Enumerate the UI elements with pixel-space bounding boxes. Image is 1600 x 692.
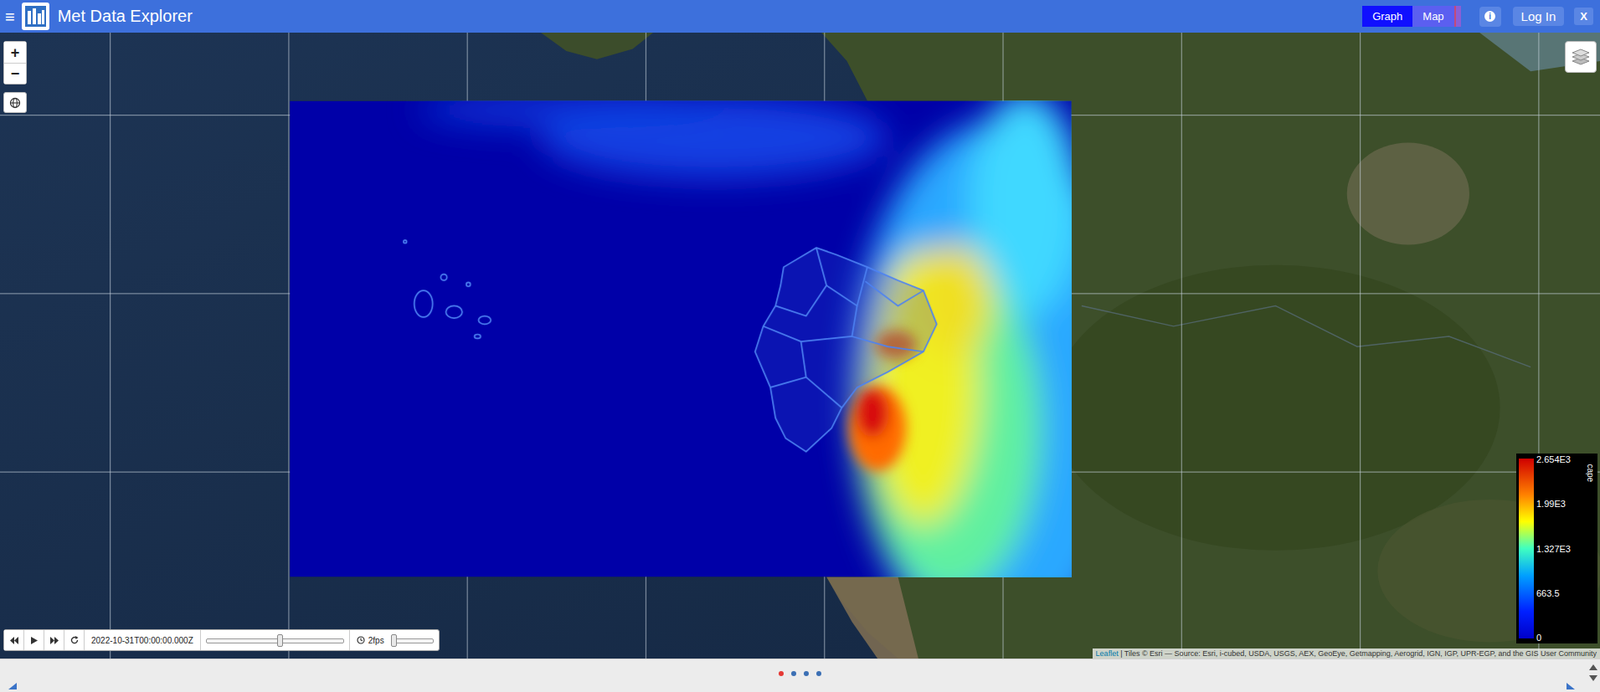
toggle-edge bbox=[1454, 5, 1462, 27]
info-button[interactable]: i bbox=[1479, 6, 1502, 27]
play-icon bbox=[30, 637, 38, 645]
map-canvas[interactable] bbox=[0, 32, 1600, 659]
backward-icon bbox=[10, 637, 19, 645]
legend-tick: 2.654E3 bbox=[1536, 454, 1584, 465]
close-button[interactable]: X bbox=[1574, 7, 1594, 26]
globe-icon bbox=[9, 97, 21, 109]
info-icon: i bbox=[1484, 10, 1496, 22]
fps-label: 2fps bbox=[368, 636, 386, 646]
legend: 2.654E3 1.99E3 1.327E3 663.5 0 cape bbox=[1516, 453, 1598, 644]
fps-slider[interactable] bbox=[390, 630, 434, 651]
legend-title: cape bbox=[1585, 464, 1595, 474]
zoom-in-button[interactable]: + bbox=[4, 41, 26, 63]
app-title: Met Data Explorer bbox=[57, 6, 193, 26]
current-time: 2022-10-31T00:00:00.000Z bbox=[84, 630, 201, 651]
scroll-up-icon[interactable] bbox=[1589, 664, 1598, 671]
backward-button[interactable] bbox=[4, 630, 25, 651]
play-button[interactable] bbox=[24, 630, 45, 651]
globe-button[interactable] bbox=[3, 92, 27, 114]
view-button[interactable]: Map bbox=[1412, 5, 1454, 27]
legend-color-bar bbox=[1518, 458, 1534, 639]
legend-tick: 0 bbox=[1536, 632, 1584, 644]
met-data-explorer: ≡ Met Data Explorer GraphMap i Log In X +− 2.65… bbox=[0, 0, 1600, 692]
expand-left-icon[interactable] bbox=[8, 683, 17, 690]
time-player: 2022-10-31T00:00:00.000Z 2fps bbox=[3, 629, 440, 652]
top-bar: ≡ Met Data Explorer GraphMap i Log In X bbox=[0, 0, 1600, 33]
leaflet-link[interactable]: Leaflet bbox=[1095, 649, 1119, 659]
scroll-down-icon[interactable] bbox=[1589, 675, 1598, 682]
zoom-out-button[interactable]: − bbox=[4, 62, 26, 84]
legend-tick: 1.99E3 bbox=[1536, 499, 1584, 510]
pager-dot[interactable] bbox=[816, 671, 822, 677]
legend-ticks: 2.654E3 1.99E3 1.327E3 663.5 0 bbox=[1536, 454, 1584, 644]
ocean bbox=[0, 32, 1600, 659]
forward-icon bbox=[50, 637, 59, 645]
loop-icon bbox=[70, 636, 79, 645]
expand-right-icon[interactable] bbox=[1566, 683, 1575, 690]
pager-dot[interactable] bbox=[791, 671, 797, 677]
layers-icon bbox=[1569, 46, 1592, 68]
pager-dots bbox=[778, 659, 822, 692]
time-slider[interactable] bbox=[205, 630, 345, 651]
menu-button[interactable]: ≡ bbox=[3, 8, 17, 26]
cape-raster bbox=[289, 101, 1072, 578]
zoom-control: +− bbox=[3, 41, 27, 85]
layers-button[interactable] bbox=[1564, 41, 1597, 73]
view-button[interactable]: Graph bbox=[1362, 5, 1413, 27]
time-thumb[interactable] bbox=[277, 634, 283, 648]
boundaries bbox=[403, 240, 937, 453]
legend-tick: 663.5 bbox=[1536, 588, 1584, 599]
forward-button[interactable] bbox=[44, 630, 65, 651]
map[interactable]: +− 2.654E3 1.99E3 1.327E3 663.5 0 cape 2022-10-… bbox=[0, 32, 1600, 659]
bottom-pager bbox=[0, 658, 1600, 692]
scroll-arrows bbox=[1589, 664, 1598, 682]
pager-dot[interactable] bbox=[803, 671, 809, 677]
fps-thumb[interactable] bbox=[390, 634, 397, 648]
logo-icon bbox=[21, 2, 50, 31]
pager-dot[interactable] bbox=[778, 671, 784, 677]
legend-tick: 1.327E3 bbox=[1536, 544, 1584, 555]
clock-icon bbox=[349, 630, 369, 651]
login-button[interactable]: Log In bbox=[1512, 6, 1565, 26]
loop-button[interactable] bbox=[64, 630, 85, 651]
view-toggle: GraphMap bbox=[1362, 5, 1461, 27]
fps-track bbox=[390, 638, 434, 644]
grid-lines bbox=[0, 32, 1600, 659]
time-track bbox=[205, 638, 345, 644]
attribution: Leaflet | Tiles © Esri — Source: Esri, i… bbox=[1092, 648, 1600, 659]
attribution-text: | Tiles © Esri — Source: Esri, i-cubed, … bbox=[1118, 649, 1597, 659]
